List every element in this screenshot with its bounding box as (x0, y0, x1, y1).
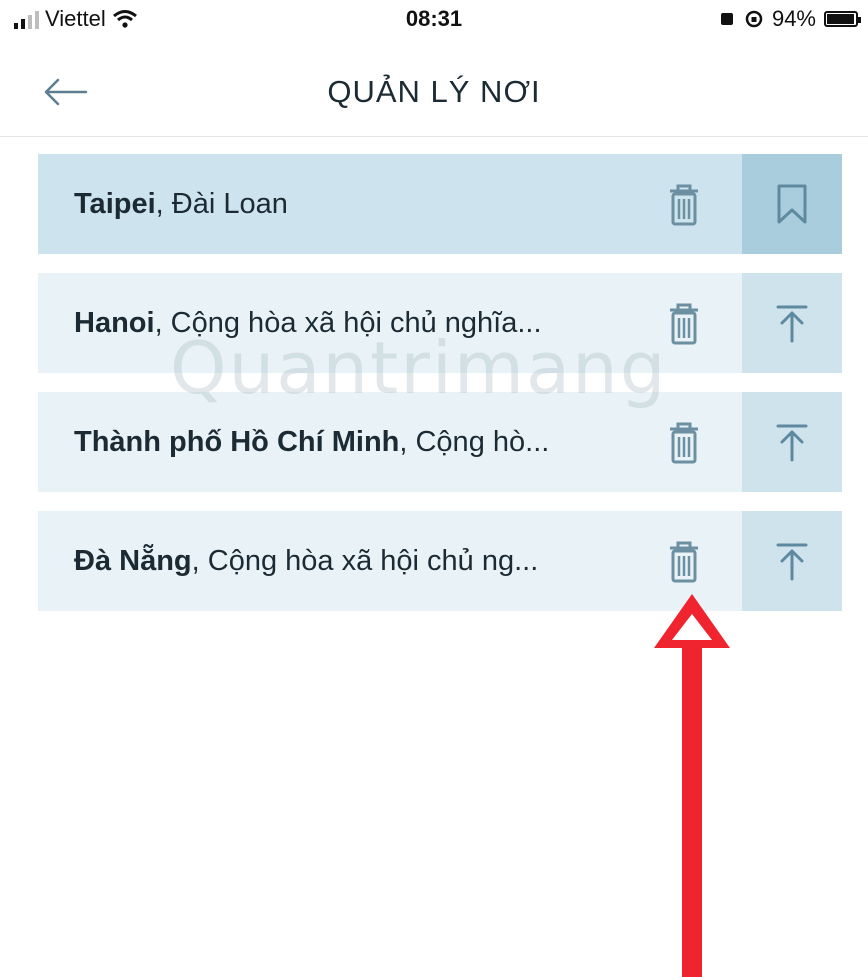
move-to-top-button[interactable] (742, 273, 842, 373)
place-label: Taipei, Đài Loan (74, 154, 288, 254)
battery-icon (824, 11, 861, 27)
place-name: Taipei (74, 188, 156, 220)
watermark: Quantrimang (170, 326, 668, 410)
place-label: Đà Nẵng, Cộng hòa xã hội chủ ng... (74, 511, 538, 611)
bookmark-icon (777, 184, 807, 224)
move-to-top-icon (776, 543, 808, 581)
trash-icon[interactable] (664, 301, 704, 347)
trash-icon[interactable] (664, 182, 704, 228)
trash-icon[interactable] (664, 420, 704, 466)
move-to-top-icon (776, 424, 808, 462)
rotation-lock-icon (745, 10, 763, 28)
place-name: Đà Nẵng (74, 545, 192, 577)
place-detail: , Cộng hòa xã hội chủ ng... (191, 545, 539, 577)
status-right-group: 94% (718, 6, 861, 32)
page-title: QUẢN LÝ NƠI (327, 74, 541, 109)
annotation-arrow-icon (654, 594, 730, 977)
move-to-top-icon (776, 305, 808, 343)
battery-percent: 94% (771, 6, 816, 31)
bookmark-button[interactable] (742, 154, 842, 254)
move-to-top-button[interactable] (742, 511, 842, 611)
place-detail: , Cộng hò... (399, 426, 550, 458)
app-header: QUẢN LÝ NƠI (0, 48, 868, 137)
place-detail: , Đài Loan (155, 188, 288, 220)
alarm-icon (720, 13, 733, 25)
status-bar: Viettel 08:31 94% (0, 0, 868, 48)
trash-icon[interactable] (664, 539, 704, 585)
move-to-top-button[interactable] (742, 392, 842, 492)
place-name: Hanoi (74, 307, 155, 339)
place-row[interactable]: Taipei, Đài Loan (38, 154, 842, 254)
place-name: Thành phố Hồ Chí Minh (74, 426, 400, 458)
